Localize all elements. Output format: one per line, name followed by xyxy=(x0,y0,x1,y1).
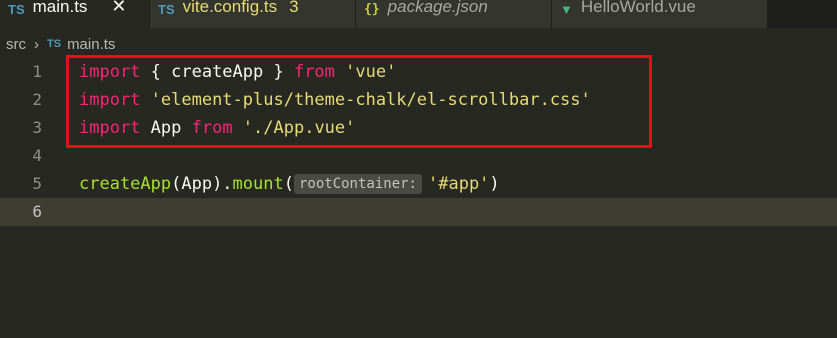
chevron-right-icon: › xyxy=(34,35,39,53)
line-number: 2 xyxy=(32,90,42,109)
close-icon[interactable]: ✕ xyxy=(111,0,126,17)
code-text: createApp(App).mount(rootContainer: '#app… xyxy=(79,174,500,194)
current-line-highlight: 6 xyxy=(0,198,837,226)
line-number: 3 xyxy=(32,118,42,137)
json-icon: {} xyxy=(364,2,380,17)
line-number: 5 xyxy=(32,174,42,193)
tab-label: vite.config.ts 3 xyxy=(183,0,299,17)
typescript-icon: TS xyxy=(8,2,25,17)
typescript-icon: TS xyxy=(158,2,175,17)
tab-vite-config-ts[interactable]: TS vite.config.ts 3 xyxy=(150,0,356,28)
line-number: 6 xyxy=(32,202,42,221)
tab-label: HelloWorld.vue xyxy=(580,0,696,16)
annotation-highlight-box xyxy=(66,55,652,148)
editor-tab-bar: TS main.ts ✕ TS vite.config.ts 3 {} packa… xyxy=(0,0,837,28)
tab-helloworld-vue[interactable]: ▼ HelloWorld.vue xyxy=(552,0,768,28)
line-number: 4 xyxy=(32,146,42,165)
problem-count-badge: 3 xyxy=(289,0,299,16)
tab-main-ts[interactable]: TS main.ts ✕ xyxy=(0,0,150,28)
typescript-icon: TS xyxy=(47,38,62,50)
breadcrumb-file[interactable]: main.ts xyxy=(67,36,115,53)
parameter-hint: rootContainer: xyxy=(293,174,422,194)
line-number: 1 xyxy=(32,62,42,81)
tab-package-json[interactable]: {} package.json xyxy=(356,0,552,28)
tab-label: main.ts xyxy=(32,0,88,16)
vue-icon: ▼ xyxy=(560,2,573,17)
breadcrumb-folder[interactable]: src xyxy=(6,36,26,53)
code-line: 5 createApp(App).mount(rootContainer: '#a… xyxy=(0,170,837,198)
tab-label: package.json xyxy=(387,0,488,16)
